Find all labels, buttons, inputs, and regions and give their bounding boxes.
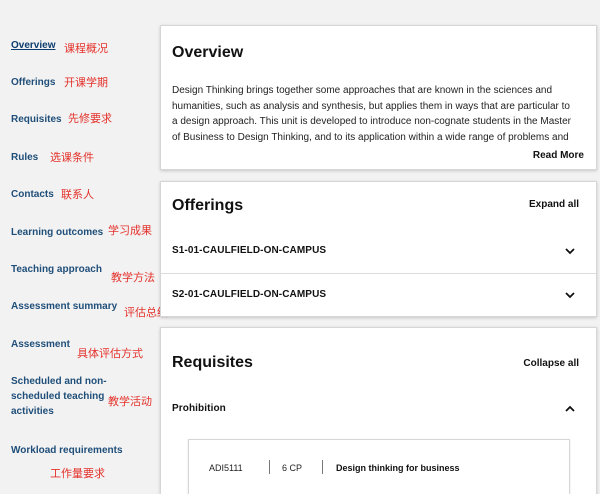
- annotation-scheduled-teaching: 教学活动: [108, 395, 152, 408]
- sidebar-item-overview[interactable]: Overview: [11, 38, 55, 53]
- annotation-overview: 课程概况: [64, 42, 108, 55]
- row-divider: [161, 273, 596, 274]
- offering-label: S2-01-CAULFIELD-ON-CAMPUS: [172, 289, 327, 300]
- chevron-down-icon: [565, 292, 575, 299]
- annotation-contacts: 联系人: [61, 188, 94, 201]
- requisites-card: Requisites Collapse all Prohibition ADI5…: [160, 327, 597, 494]
- annotation-rules: 选课条件: [50, 151, 94, 164]
- overview-text: Design Thinking brings together some app…: [172, 85, 571, 143]
- sidebar-item-learning-outcomes[interactable]: Learning outcomes: [11, 225, 103, 240]
- unit-code: ADI5111: [209, 463, 243, 473]
- overview-card: Overview Design Thinking brings together…: [160, 25, 597, 170]
- annotation-workload: 工作量要求: [50, 467, 105, 480]
- chevron-down-icon: [565, 248, 575, 255]
- sidebar-item-contacts[interactable]: Contacts: [11, 187, 54, 202]
- sidebar-item-teaching-approach[interactable]: Teaching approach: [11, 262, 102, 277]
- sidebar-item-assessment[interactable]: Assessment: [11, 337, 70, 352]
- annotation-requisites: 先修要求: [68, 112, 112, 125]
- offering-label: S1-01-CAULFIELD-ON-CAMPUS: [172, 245, 327, 256]
- overview-title: Overview: [172, 44, 244, 61]
- annotation-offerings: 开课学期: [64, 76, 108, 89]
- collapse-all-button[interactable]: Collapse all: [523, 358, 579, 369]
- annotation-teaching-approach: 教学方法: [111, 271, 155, 284]
- requisites-title: Requisites: [172, 354, 253, 371]
- chevron-up-icon: [565, 405, 575, 412]
- separator: [322, 460, 323, 474]
- offerings-card: Offerings Expand all S1-01-CAULFIELD-ON-…: [160, 181, 597, 317]
- sidebar-item-scheduled-teaching[interactable]: Scheduled and non- scheduled teaching ac…: [11, 374, 107, 419]
- sidebar-item-workload[interactable]: Workload requirements: [11, 443, 123, 458]
- scheduled-line-3: activities: [11, 406, 54, 417]
- annotation-assessment: 具体评估方式: [77, 347, 143, 360]
- sidebar-item-offerings[interactable]: Offerings: [11, 75, 55, 90]
- unit-credit-points: 6 CP: [282, 463, 303, 473]
- offerings-title: Offerings: [172, 197, 244, 214]
- separator: [269, 460, 270, 474]
- scheduled-line-1: Scheduled and non-: [11, 376, 107, 387]
- prohibited-unit-card[interactable]: ADI5111 6 CP Design thinking for busines…: [188, 439, 570, 494]
- prohibition-label: Prohibition: [172, 403, 226, 414]
- annotation-learning-outcomes: 学习成果: [108, 224, 152, 237]
- scheduled-line-2: scheduled teaching: [11, 391, 105, 402]
- read-more-link[interactable]: Read More: [533, 150, 584, 161]
- expand-all-button[interactable]: Expand all: [529, 199, 579, 210]
- unit-name: Design thinking for business: [336, 463, 460, 473]
- sidebar-item-rules[interactable]: Rules: [11, 150, 38, 165]
- sidebar-item-requisites[interactable]: Requisites: [11, 112, 62, 127]
- sidebar-item-assessment-summary[interactable]: Assessment summary: [11, 299, 117, 314]
